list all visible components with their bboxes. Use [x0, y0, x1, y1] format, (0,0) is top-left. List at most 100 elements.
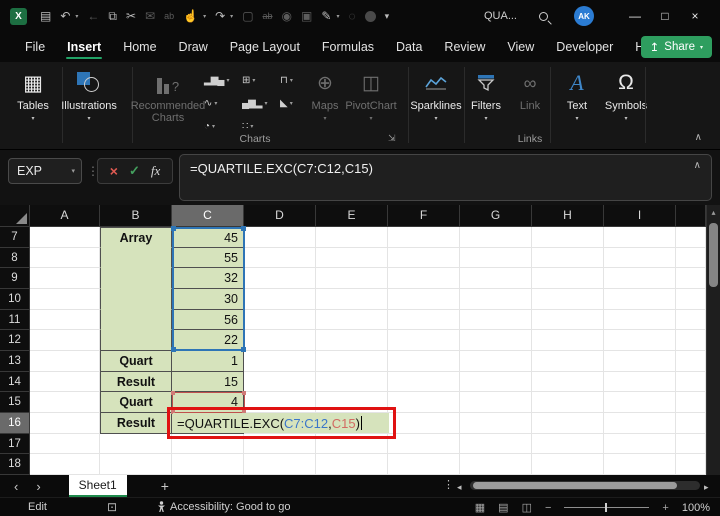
- col-header-h[interactable]: H: [532, 205, 604, 227]
- cell[interactable]: [316, 288, 388, 310]
- cell[interactable]: [100, 268, 172, 289]
- cell[interactable]: [604, 371, 676, 393]
- tab-page-layout[interactable]: Page Layout: [219, 32, 311, 62]
- sparklines-button[interactable]: Sparklines ▾: [410, 68, 462, 122]
- formula-bar-collapse-icon[interactable]: ∧: [694, 160, 701, 171]
- row-header[interactable]: 17: [0, 433, 30, 455]
- waterfall-chart-button[interactable]: ◣ ▾: [280, 93, 293, 113]
- cell[interactable]: [604, 309, 676, 331]
- tab-draw[interactable]: Draw: [168, 32, 219, 62]
- zoom-slider[interactable]: [564, 503, 650, 512]
- cell[interactable]: [30, 371, 100, 393]
- line-chart-button[interactable]: ∿ ▾: [204, 93, 217, 113]
- column-chart-button[interactable]: ▂▆▄ ▾: [204, 70, 229, 90]
- cell[interactable]: [532, 288, 604, 310]
- cell[interactable]: [604, 454, 676, 475]
- row-header[interactable]: 10: [0, 288, 30, 310]
- cell[interactable]: [532, 330, 604, 351]
- new-document-icon[interactable]: ▢: [242, 10, 253, 22]
- row-header[interactable]: 12: [0, 330, 30, 351]
- cell[interactable]: [532, 433, 604, 455]
- cell[interactable]: [676, 412, 706, 434]
- undo-dropdown-icon[interactable]: ▾: [75, 13, 78, 20]
- cell[interactable]: [30, 454, 100, 475]
- cell[interactable]: [460, 288, 532, 310]
- charts-dialog-launcher-icon[interactable]: ⇲: [388, 133, 396, 144]
- scroll-up-icon[interactable]: ▴: [707, 208, 720, 217]
- cell[interactable]: [532, 350, 604, 372]
- cell[interactable]: [460, 454, 532, 475]
- cell[interactable]: [604, 288, 676, 310]
- collapse-ribbon-icon[interactable]: ∧: [695, 132, 702, 143]
- col-header-f[interactable]: F: [388, 205, 460, 227]
- select-all-corner[interactable]: [0, 205, 30, 227]
- cell[interactable]: [460, 412, 532, 434]
- tab-view[interactable]: View: [496, 32, 545, 62]
- pie-chart-button[interactable]: ◔ ▾: [204, 116, 215, 136]
- cell[interactable]: [676, 309, 706, 331]
- cell[interactable]: [244, 454, 316, 475]
- insert-function-icon[interactable]: fx: [151, 163, 160, 179]
- cell[interactable]: [30, 288, 100, 310]
- name-box-dropdown-icon[interactable]: ▾: [71, 167, 75, 175]
- cut-icon[interactable]: ✂: [126, 10, 136, 22]
- close-button[interactable]: ×: [680, 9, 710, 23]
- cell[interactable]: [676, 371, 706, 393]
- cancel-icon[interactable]: ×: [110, 163, 118, 179]
- row-header[interactable]: 14: [0, 371, 30, 393]
- cell[interactable]: [388, 454, 460, 475]
- cell[interactable]: [532, 268, 604, 289]
- cell[interactable]: [244, 247, 316, 269]
- touch-mode-icon[interactable]: ☝: [183, 10, 198, 22]
- row-header[interactable]: 8: [0, 247, 30, 269]
- touch-mode-dropdown-icon[interactable]: ▾: [203, 13, 206, 20]
- normal-view-icon[interactable]: ▦: [475, 501, 485, 514]
- cell[interactable]: [604, 412, 676, 434]
- hierarchy-chart-button[interactable]: ⊓ ▾: [280, 70, 293, 90]
- cell[interactable]: [244, 350, 316, 372]
- tab-developer[interactable]: Developer: [545, 32, 624, 62]
- cell[interactable]: [532, 371, 604, 393]
- page-layout-view-icon[interactable]: ▤: [498, 501, 508, 514]
- cell[interactable]: [100, 309, 172, 331]
- cell[interactable]: [316, 330, 388, 351]
- cell[interactable]: Array: [100, 227, 172, 248]
- cell[interactable]: [532, 227, 604, 248]
- cell[interactable]: 15: [172, 371, 244, 393]
- row-header[interactable]: 9: [0, 268, 30, 289]
- cell[interactable]: [676, 433, 706, 455]
- cell[interactable]: [676, 288, 706, 310]
- cell[interactable]: [676, 350, 706, 372]
- cell[interactable]: [30, 350, 100, 372]
- cell[interactable]: [388, 350, 460, 372]
- treemap-chart-button[interactable]: ⊞ ▾: [242, 70, 255, 90]
- cell[interactable]: [30, 330, 100, 351]
- cell[interactable]: [30, 227, 100, 248]
- hscroll-left-icon[interactable]: ◂: [457, 482, 462, 493]
- cell[interactable]: [676, 247, 706, 269]
- col-header-a[interactable]: A: [30, 205, 100, 227]
- cell[interactable]: [100, 454, 172, 475]
- cell[interactable]: [676, 268, 706, 289]
- cell[interactable]: Result: [100, 412, 172, 434]
- zoom-out-button[interactable]: −: [545, 502, 551, 514]
- cell[interactable]: Quart: [100, 392, 172, 413]
- cell[interactable]: [460, 330, 532, 351]
- cell[interactable]: Result: [100, 371, 172, 393]
- zoom-slider-thumb[interactable]: [605, 503, 608, 512]
- cell[interactable]: [460, 268, 532, 289]
- cell[interactable]: [30, 412, 100, 434]
- cell[interactable]: [388, 433, 460, 455]
- cell[interactable]: [460, 247, 532, 269]
- pen-dropdown-icon[interactable]: ▾: [336, 13, 339, 20]
- cell[interactable]: [460, 371, 532, 393]
- row-header[interactable]: 13: [0, 350, 30, 372]
- cell[interactable]: [604, 268, 676, 289]
- cell[interactable]: [100, 330, 172, 351]
- cell[interactable]: [532, 247, 604, 269]
- cell[interactable]: [244, 268, 316, 289]
- tab-formulas[interactable]: Formulas: [311, 32, 385, 62]
- cell[interactable]: [604, 433, 676, 455]
- cell[interactable]: [604, 350, 676, 372]
- tables-button[interactable]: ▦ Tables ▾: [8, 68, 58, 123]
